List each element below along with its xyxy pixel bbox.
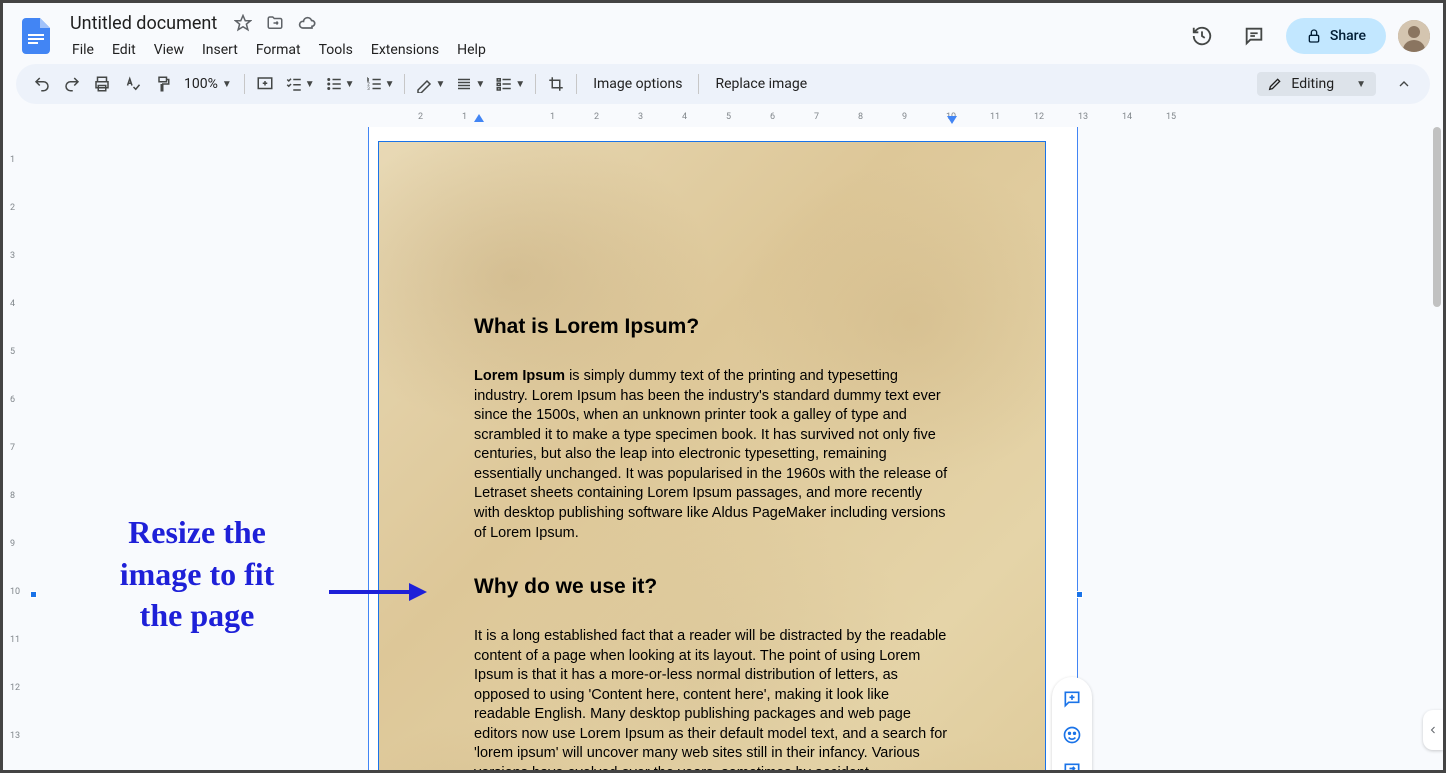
numbered-list-button[interactable]: 23▼ [361,70,399,98]
document-title[interactable]: Untitled document [64,11,223,36]
paragraph-1[interactable]: Lorem Ipsum is simply dummy text of the … [474,367,949,543]
selection-handle-left[interactable] [30,591,37,598]
toolbar: 100%▼ ▼ ▼ 23▼ ▼ ▼ ▼ Image options Replac… [16,64,1430,104]
image-options-button[interactable]: Image options [583,70,692,98]
menu-extensions[interactable]: Extensions [363,38,447,62]
print-button[interactable] [88,70,116,98]
add-comment-icon[interactable] [1056,681,1088,717]
editing-label: Editing [1291,76,1334,92]
history-icon[interactable] [1182,16,1222,56]
redo-button[interactable] [58,70,86,98]
separator [535,74,536,94]
docs-logo[interactable] [16,16,56,56]
bullet-list-button[interactable]: ▼ [321,70,359,98]
menu-insert[interactable]: Insert [194,38,246,62]
paragraph-2[interactable]: It is a long established fact that a rea… [474,627,949,770]
menu-format[interactable]: Format [248,38,309,62]
heading-1[interactable]: What is Lorem Ipsum? [474,315,949,339]
suggest-edit-icon[interactable] [1056,753,1088,770]
menu-bar: File Edit View Insert Format Tools Exten… [64,38,1182,62]
align-button[interactable]: ▼ [451,70,489,98]
comments-icon[interactable] [1234,16,1274,56]
undo-button[interactable] [28,70,56,98]
checklist-button[interactable]: ▼ [281,70,319,98]
separator [244,74,245,94]
move-folder-icon[interactable] [263,11,287,35]
svg-text:3: 3 [367,86,370,92]
selection-handle-right[interactable] [1076,591,1083,598]
floating-comment-toolbar [1052,677,1092,770]
vertical-scrollbar[interactable] [1431,127,1443,770]
star-icon[interactable] [231,11,255,35]
left-indent-marker[interactable] [474,114,484,122]
collapse-toolbar-button[interactable] [1390,70,1418,98]
menu-file[interactable]: File [64,38,102,62]
separator [698,74,699,94]
separator [576,74,577,94]
paint-format-button[interactable] [148,70,176,98]
annotation-arrow-icon [329,577,429,607]
side-panel-tab[interactable] [1423,710,1443,750]
menu-tools[interactable]: Tools [311,38,361,62]
right-indent-marker[interactable] [947,116,957,124]
annotation-text: Resize the image to fit the page [72,512,322,637]
pencil-icon [1267,76,1283,92]
separator [404,74,405,94]
page: What is Lorem Ipsum? Lorem Ipsum is simp… [368,127,1078,770]
cloud-saved-icon[interactable] [295,11,319,35]
crop-button[interactable] [542,70,570,98]
horizontal-ruler[interactable]: 21123456789101112131415 [24,112,1430,127]
document-canvas[interactable]: What is Lorem Ipsum? Lorem Ipsum is simp… [24,127,1443,770]
share-label: Share [1330,28,1366,44]
document-content: What is Lorem Ipsum? Lorem Ipsum is simp… [474,315,949,770]
replace-image-button[interactable]: Replace image [705,70,817,98]
menu-help[interactable]: Help [449,38,494,62]
avatar[interactable] [1398,20,1430,52]
spellcheck-button[interactable] [118,70,146,98]
heading-2[interactable]: Why do we use it? [474,575,949,599]
lock-icon [1306,28,1322,44]
zoom-select[interactable]: 100%▼ [178,76,238,92]
emoji-reaction-icon[interactable] [1056,717,1088,753]
border-color-button[interactable]: ▼ [411,70,449,98]
line-spacing-button[interactable]: ▼ [491,70,529,98]
menu-edit[interactable]: Edit [104,38,144,62]
editing-mode-button[interactable]: Editing ▼ [1257,72,1376,96]
add-comment-button[interactable] [251,70,279,98]
vertical-ruler[interactable]: 12345678910111213 [8,127,23,773]
menu-view[interactable]: View [146,38,192,62]
scrollbar-thumb[interactable] [1433,127,1441,307]
header-bar: Untitled document File Edit View Insert … [0,0,1446,64]
share-button[interactable]: Share [1286,18,1386,54]
chevron-left-icon [1427,724,1439,736]
